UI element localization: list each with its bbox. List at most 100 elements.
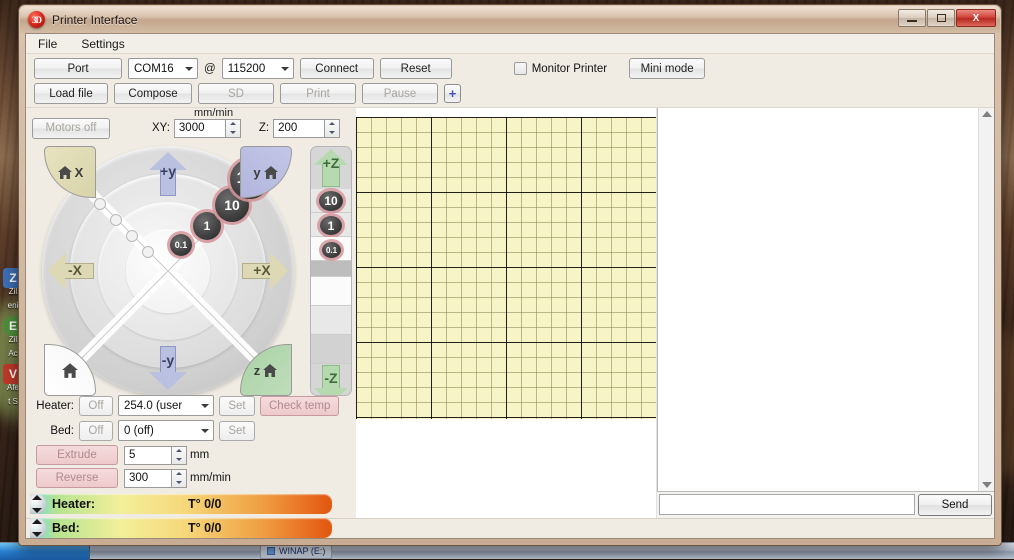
jog-plus-z-label: +Z (322, 155, 340, 171)
send-button[interactable]: Send (918, 493, 992, 516)
z-step-10-row[interactable]: 10 (311, 189, 351, 213)
maximize-button[interactable] (927, 9, 955, 27)
z-slot-spacer-3[interactable] (311, 306, 351, 335)
scroll-down-icon[interactable] (981, 482, 992, 488)
monitor-printer-label: Monitor Printer (531, 62, 608, 75)
maximize-icon (936, 14, 946, 22)
heater-off-button[interactable]: Off (79, 395, 113, 416)
pause-button[interactable]: Pause (362, 83, 438, 104)
jog-plus-y-button[interactable]: +y (149, 152, 187, 196)
build-plate-top-padding (356, 108, 656, 117)
log-output-area[interactable] (657, 108, 994, 492)
extrude-button[interactable]: Extrude (36, 445, 118, 465)
bed-temp-select[interactable]: 0 (off) (118, 420, 214, 441)
heater-label: Heater: (36, 399, 74, 412)
jog-plus-z-button[interactable]: +Z (311, 147, 351, 189)
stepper-down-icon[interactable] (172, 455, 186, 464)
add-tab-button[interactable]: + (444, 84, 461, 103)
z-step-0.1-row[interactable]: 0.1 (311, 237, 351, 261)
jog-minus-z-button[interactable]: -Z (311, 364, 351, 395)
bed-temp-knob[interactable] (30, 518, 46, 538)
motors-off-button[interactable]: Motors off (32, 117, 110, 139)
z-speed-input[interactable]: 200 (273, 118, 326, 138)
z-step-0.1-button[interactable]: 0.1 (322, 242, 341, 258)
heater-bar-label: Heater: (52, 497, 96, 511)
build-plate-grid[interactable] (356, 117, 656, 419)
mini-mode-button[interactable]: Mini mode (629, 58, 706, 79)
print-button[interactable]: Print (280, 83, 356, 104)
z-slot-spacer-2[interactable] (311, 277, 351, 306)
printer-interface-window: 3D Printer Interface X File Settings Por… (18, 4, 1002, 546)
sd-button[interactable]: SD (198, 83, 274, 104)
stepper-up-icon[interactable] (172, 447, 186, 456)
stepper-up-icon[interactable] (172, 470, 186, 479)
window-controls: X (898, 9, 996, 27)
bed-off-button[interactable]: Off (79, 420, 113, 441)
xy-speed-stepper[interactable] (225, 118, 241, 138)
checkbox-icon[interactable] (513, 62, 527, 75)
scroll-up-icon[interactable] (981, 111, 992, 117)
z-jog-strip[interactable]: +Z 10 1 0.1 -Z (310, 146, 352, 396)
connect-button[interactable]: Connect (299, 58, 374, 79)
heater-bar-value: T° 0/0 (188, 497, 222, 511)
extrude-amount-input[interactable]: 5 (124, 445, 172, 465)
drive-icon (267, 547, 275, 555)
jog-minus-y-label: -y (161, 352, 175, 368)
port-select-value: COM16 (134, 62, 174, 75)
xy-step-0.1-button[interactable]: 0.1 (170, 234, 192, 256)
minimize-button[interactable] (898, 9, 926, 27)
reverse-speed-input[interactable]: 300 (124, 468, 172, 488)
xy-speed-input[interactable]: 3000 (173, 118, 226, 138)
z-step-10-button[interactable]: 10 (319, 191, 343, 211)
xy-step-1-button[interactable]: 1 (193, 212, 221, 240)
baudrate-select[interactable]: 115200 (221, 58, 294, 79)
load-file-button[interactable]: Load file (34, 83, 108, 104)
stepper-up-icon[interactable] (226, 120, 240, 129)
reset-button[interactable]: Reset (379, 58, 452, 79)
menu-item-file[interactable]: File (34, 36, 61, 52)
baudrate-select-value: 115200 (227, 62, 266, 75)
port-select[interactable]: COM16 (128, 58, 198, 79)
jog-minus-x-label: -X (68, 262, 82, 278)
stepper-down-icon[interactable] (325, 128, 339, 137)
chevron-down-icon (277, 66, 293, 71)
z-step-1-button[interactable]: 1 (320, 216, 342, 235)
bed-set-button[interactable]: Set (219, 420, 255, 441)
chevron-down-icon (197, 428, 213, 433)
stepper-down-icon[interactable] (226, 128, 240, 137)
bed-temp-value: 0 (off) (124, 424, 154, 437)
z-slot-spacer-1[interactable] (311, 261, 351, 277)
build-plate-view[interactable] (356, 108, 657, 518)
z-step-1-row[interactable]: 1 (311, 213, 351, 237)
stepper-up-icon[interactable] (325, 120, 339, 129)
z-speed-stepper[interactable] (325, 118, 341, 138)
check-temp-button[interactable]: Check temp (260, 395, 340, 416)
jog-plus-x-button[interactable]: +X (242, 252, 288, 290)
send-command-row: Send (657, 492, 994, 518)
jog-minus-x-button[interactable]: -X (48, 252, 94, 290)
jog-minus-y-button[interactable]: -y (149, 346, 187, 390)
z-slot-spacer-4[interactable] (311, 335, 351, 364)
reverse-row: Reverse 300 mm/min (36, 468, 352, 488)
menu-item-settings[interactable]: Settings (77, 36, 128, 52)
close-button[interactable]: X (956, 9, 996, 27)
speed-row: Motors off mm/min XY: 3000 Z: 200 (26, 107, 356, 146)
log-scrollbar[interactable] (978, 108, 994, 491)
reverse-button[interactable]: Reverse (36, 468, 118, 488)
title-bar[interactable]: 3D Printer Interface X (20, 6, 1000, 33)
home-y-label: y (253, 164, 261, 180)
extrude-amount-stepper[interactable] (172, 445, 187, 465)
visual-and-console-pane: Send (356, 108, 994, 518)
heater-set-button[interactable]: Set (219, 395, 255, 416)
chevron-down-icon (197, 403, 213, 408)
monitor-printer-checkbox[interactable]: Monitor Printer (513, 62, 608, 75)
bed-temp-bar[interactable]: Bed: T° 0/0 (30, 518, 332, 538)
port-button[interactable]: Port (34, 58, 122, 79)
compose-button[interactable]: Compose (114, 83, 192, 104)
heater-temp-select[interactable]: 254.0 (user (118, 395, 214, 416)
stepper-down-icon[interactable] (172, 478, 186, 487)
heater-temp-knob[interactable] (30, 494, 46, 514)
heater-temp-bar[interactable]: Heater: T° 0/0 (30, 494, 332, 514)
reverse-speed-stepper[interactable] (172, 468, 187, 488)
send-command-input[interactable] (659, 494, 915, 515)
